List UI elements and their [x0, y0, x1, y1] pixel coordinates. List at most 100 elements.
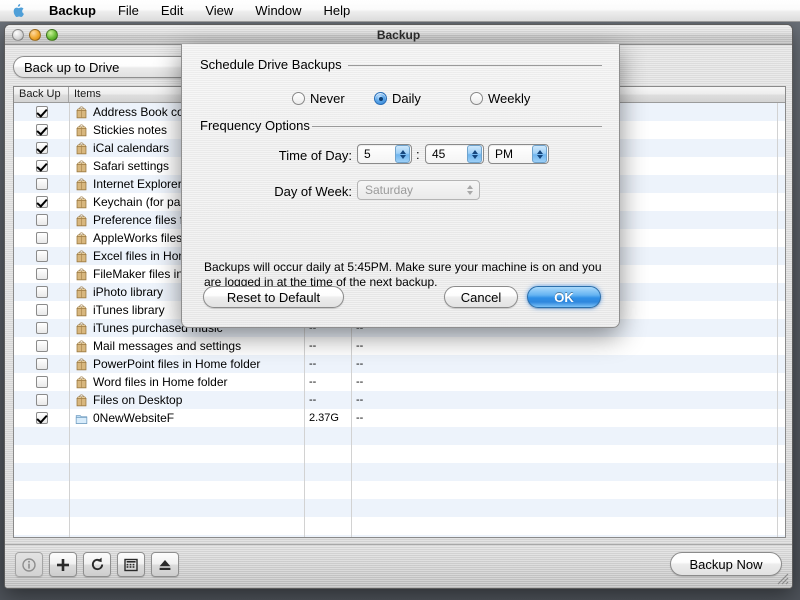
apple-logo-glyph [12, 3, 26, 19]
row-checkbox-cell[interactable] [14, 340, 69, 352]
grid-button[interactable] [117, 552, 145, 577]
hour-stepper-icon[interactable] [395, 145, 410, 163]
row-checkbox-cell[interactable] [14, 196, 69, 208]
backup-checkbox[interactable] [36, 340, 48, 352]
backup-checkbox[interactable] [36, 178, 48, 190]
add-icon [56, 558, 70, 572]
backup-checkbox[interactable] [36, 250, 48, 262]
radio-daily-label: Daily [392, 91, 421, 106]
backup-checkbox[interactable] [36, 268, 48, 280]
menu-item-backup[interactable]: Backup [38, 2, 107, 20]
row-checkbox-cell[interactable] [14, 268, 69, 280]
backup-now-button[interactable]: Backup Now [670, 552, 782, 576]
row-checkbox-cell[interactable] [14, 322, 69, 334]
backup-checkbox[interactable] [36, 160, 48, 172]
row-last-value: -- [356, 376, 363, 388]
backup-checkbox[interactable] [36, 394, 48, 406]
backup-checkbox[interactable] [36, 106, 48, 118]
cancel-button[interactable]: Cancel [444, 286, 518, 308]
apple-menu-icon[interactable] [8, 2, 30, 20]
backup-checkbox[interactable] [36, 196, 48, 208]
backup-checkbox[interactable] [36, 232, 48, 244]
meridiem-stepper-field[interactable]: PM [488, 144, 549, 164]
row-item-name: Stickies notes [93, 123, 167, 137]
row-checkbox-cell[interactable] [14, 304, 69, 316]
resize-grip-icon[interactable] [776, 572, 790, 586]
row-item-cell: Mail messages and settings [69, 339, 304, 353]
table-row[interactable]: Word files in Home folder---- [14, 373, 785, 391]
row-item-cell: 0NewWebsiteF [69, 411, 304, 425]
backup-now-label: Backup Now [690, 557, 763, 572]
row-checkbox-cell[interactable] [14, 376, 69, 388]
backup-checkbox[interactable] [36, 412, 48, 424]
refresh-button[interactable] [83, 552, 111, 577]
table-row[interactable]: PowerPoint files in Home folder---- [14, 355, 785, 373]
backup-checkbox[interactable] [36, 376, 48, 388]
column-header-backup[interactable]: Back Up [14, 87, 69, 102]
eject-button[interactable] [151, 552, 179, 577]
table-row[interactable]: 0NewWebsiteF 2.37G -- [14, 409, 785, 427]
row-checkbox-cell[interactable] [14, 178, 69, 190]
info-button[interactable] [15, 552, 43, 577]
row-checkbox-cell[interactable] [14, 358, 69, 370]
radio-weekly[interactable]: Weekly [470, 91, 530, 106]
row-size-cell: -- [304, 358, 351, 370]
row-checkbox-cell[interactable] [14, 214, 69, 226]
backup-checkbox[interactable] [36, 286, 48, 298]
minute-stepper-icon[interactable] [467, 145, 482, 163]
bag-icon [75, 268, 88, 281]
schedule-group-title: Schedule Drive Backups [200, 57, 342, 72]
bag-icon [75, 214, 88, 227]
row-checkbox-cell[interactable] [14, 250, 69, 262]
row-checkbox-cell[interactable] [14, 160, 69, 172]
table-row[interactable]: Mail messages and settings---- [14, 337, 785, 355]
row-checkbox-cell[interactable] [14, 124, 69, 136]
row-size-cell: -- [304, 394, 351, 406]
row-last-value: -- [356, 394, 363, 406]
row-checkbox-cell[interactable] [14, 106, 69, 118]
table-row[interactable]: Files on Desktop---- [14, 391, 785, 409]
menu-item-help[interactable]: Help [313, 2, 362, 20]
column-divider-4 [777, 103, 778, 538]
row-size-value: 2.37G [309, 412, 339, 424]
radio-weekly-label: Weekly [488, 91, 530, 106]
menu-item-file[interactable]: File [107, 2, 150, 20]
backup-checkbox[interactable] [36, 124, 48, 136]
row-last-backed-up-cell: -- [351, 394, 777, 406]
bag-icon [75, 178, 88, 191]
bag-icon [75, 160, 88, 173]
minute-stepper-field[interactable]: 45 [425, 144, 484, 164]
add-button[interactable] [49, 552, 77, 577]
menu-item-view[interactable]: View [194, 2, 244, 20]
row-last-value: -- [356, 412, 363, 424]
row-checkbox-cell[interactable] [14, 286, 69, 298]
ok-button[interactable]: OK [527, 286, 601, 308]
toolbar-button-group [15, 552, 179, 577]
backup-checkbox[interactable] [36, 322, 48, 334]
backup-checkbox[interactable] [36, 214, 48, 226]
hour-stepper-field[interactable]: 5 [357, 144, 412, 164]
radio-daily[interactable]: Daily [374, 91, 421, 106]
day-of-week-popup[interactable]: Saturday [357, 180, 480, 200]
row-size-cell: -- [304, 376, 351, 388]
menu-item-edit[interactable]: Edit [150, 2, 194, 20]
backup-checkbox[interactable] [36, 358, 48, 370]
backup-checkbox[interactable] [36, 304, 48, 316]
row-checkbox-cell[interactable] [14, 232, 69, 244]
close-button[interactable] [12, 29, 24, 41]
row-last-value: -- [356, 340, 363, 352]
backup-checkbox[interactable] [36, 142, 48, 154]
menu-item-window[interactable]: Window [244, 2, 312, 20]
row-checkbox-cell[interactable] [14, 394, 69, 406]
window-title-bar[interactable]: Backup [5, 25, 792, 45]
minimize-button[interactable] [29, 29, 41, 41]
meridiem-stepper-icon[interactable] [532, 145, 547, 163]
row-checkbox-cell[interactable] [14, 142, 69, 154]
ok-label: OK [554, 290, 574, 305]
reset-to-default-button[interactable]: Reset to Default [203, 286, 344, 308]
zoom-button[interactable] [46, 29, 58, 41]
radio-never[interactable]: Never [292, 91, 345, 106]
row-checkbox-cell[interactable] [14, 412, 69, 424]
time-colon-separator: : [416, 147, 420, 162]
day-of-week-label: Day of Week: [222, 184, 352, 199]
